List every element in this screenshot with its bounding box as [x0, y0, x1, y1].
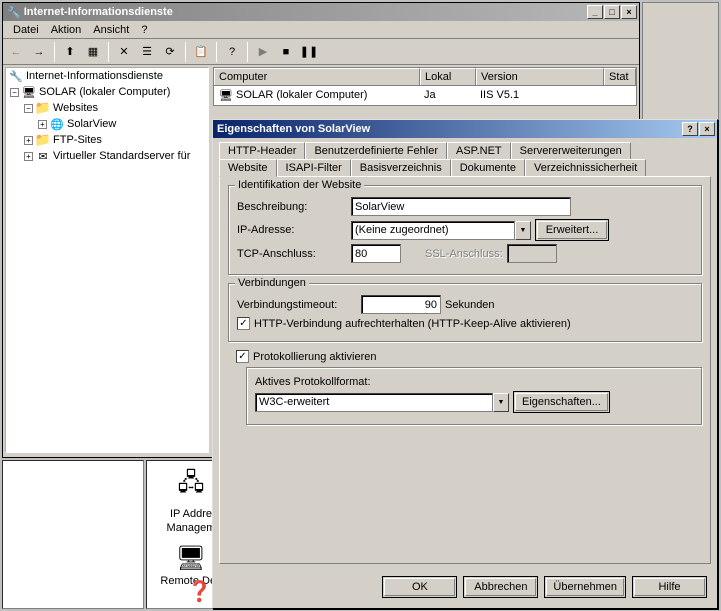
- help-button[interactable]: Hilfe: [632, 576, 707, 598]
- show-button[interactable]: ▦: [82, 41, 104, 63]
- advanced-button[interactable]: Erweitert...: [535, 219, 609, 241]
- minimize-button[interactable]: _: [587, 5, 603, 19]
- close-button[interactable]: ×: [621, 5, 637, 19]
- apply-button[interactable]: Übernehmen: [544, 576, 626, 598]
- up-button[interactable]: ⬆: [59, 41, 81, 63]
- tab-dirsecurity[interactable]: Verzeichnissicherheit: [525, 159, 646, 176]
- delete-button[interactable]: ✕: [113, 41, 135, 63]
- iis-icon: 🔧: [8, 69, 24, 83]
- expand-websites[interactable]: −: [24, 104, 33, 113]
- website-icon: [49, 117, 65, 131]
- log-format-combo-button[interactable]: ▼: [493, 393, 509, 412]
- stop-button[interactable]: ■: [275, 41, 297, 63]
- tab-website[interactable]: Website: [219, 159, 277, 177]
- group-connections: Verbindungen: [235, 277, 309, 289]
- play-button: ▶: [252, 41, 274, 63]
- log-properties-button[interactable]: Eigenschaften...: [513, 391, 610, 413]
- group-identification: Identifikation der Website: [235, 179, 364, 191]
- ip-label: IP-Adresse:: [237, 224, 347, 236]
- log-format-label: Aktives Protokollformat:: [255, 376, 693, 388]
- ok-button[interactable]: OK: [382, 576, 457, 598]
- tab-documents[interactable]: Dokumente: [451, 159, 525, 176]
- ssl-label: SSL-Anschluss:: [425, 248, 503, 260]
- cell-version: IIS V5.1: [476, 86, 604, 104]
- help-button[interactable]: ?: [221, 41, 243, 63]
- back-button: ←: [5, 41, 27, 63]
- tab-http-header[interactable]: HTTP-Header: [219, 142, 305, 159]
- tree-panel[interactable]: 🔧Internet-Informationsdienste −🖥SOLAR (l…: [5, 67, 209, 453]
- mail-icon: ✉: [35, 149, 51, 163]
- menu-aktion[interactable]: Aktion: [45, 22, 88, 38]
- ip-addr-label: IP Addre: [170, 508, 212, 520]
- tab-server-ext[interactable]: Servererweiterungen: [511, 142, 631, 159]
- pause-button[interactable]: ❚❚: [298, 41, 320, 63]
- expand-ftp[interactable]: +: [24, 136, 33, 145]
- properties-button[interactable]: ☰: [136, 41, 158, 63]
- ip-combo[interactable]: [351, 221, 515, 240]
- maximize-button[interactable]: □: [604, 5, 620, 19]
- ip-combo-button[interactable]: ▼: [515, 221, 531, 240]
- keepalive-checkbox[interactable]: ✓: [237, 317, 250, 330]
- tcp-input[interactable]: [351, 244, 401, 263]
- main-window-title: 🔧Internet-Informationsdienste: [5, 6, 587, 19]
- dialog-close-button[interactable]: ×: [699, 122, 715, 136]
- toolbar: ← → ⬆ ▦ ✕ ☰ ⟳ 📋 ? ▶ ■ ❚❚: [3, 39, 639, 65]
- menubar: Datei Aktion Ansicht ?: [3, 21, 639, 39]
- menu-datei[interactable]: Datei: [7, 22, 45, 38]
- tree-root[interactable]: Internet-Informationsdienste: [26, 70, 163, 82]
- dialog-title: Eigenschaften von SolarView: [215, 123, 682, 135]
- keepalive-label: HTTP-Verbindung aufrechterhalten (HTTP-K…: [254, 318, 571, 330]
- network-icon: 🖧: [178, 465, 205, 506]
- expand-smtp[interactable]: +: [24, 152, 33, 161]
- server-icon: 🖥: [21, 85, 37, 99]
- col-stat[interactable]: Stat: [604, 68, 636, 85]
- menu-ansicht[interactable]: Ansicht: [87, 22, 135, 38]
- tab-aspnet[interactable]: ASP.NET: [447, 142, 511, 159]
- col-lokal[interactable]: Lokal: [420, 68, 476, 85]
- tcp-label: TCP-Anschluss:: [237, 248, 347, 260]
- remote-icon: 🖥: [176, 544, 206, 573]
- manage-label: Managem: [167, 522, 216, 534]
- menu-help[interactable]: ?: [135, 22, 153, 38]
- folder-icon: [35, 101, 51, 115]
- ssl-input: [507, 244, 557, 263]
- cell-lokal: Ja: [420, 86, 476, 104]
- logging-checkbox[interactable]: ✓: [236, 350, 249, 363]
- folder-icon: [35, 133, 51, 147]
- cancel-button[interactable]: Abbrechen: [463, 576, 538, 598]
- timeout-input[interactable]: [361, 295, 441, 314]
- logging-label: Protokollierung aktivieren: [253, 351, 377, 363]
- list-body[interactable]: 🖥SOLAR (lokaler Computer) Ja IIS V5.1: [213, 86, 637, 106]
- list-header: Computer Lokal Version Stat: [213, 67, 637, 86]
- tab-custom-errors[interactable]: Benutzerdefinierte Fehler: [305, 142, 447, 159]
- tree-websites[interactable]: Websites: [53, 102, 98, 114]
- description-input[interactable]: [351, 197, 571, 216]
- refresh-button[interactable]: ⟳: [159, 41, 181, 63]
- timeout-label: Verbindungstimeout:: [237, 299, 357, 311]
- question-icon: ❓: [187, 579, 212, 604]
- tab-isapi[interactable]: ISAPI-Filter: [277, 159, 351, 176]
- description-label: Beschreibung:: [237, 201, 347, 213]
- tree-ftp[interactable]: FTP-Sites: [53, 134, 102, 146]
- tab-homedir[interactable]: Basisverzeichnis: [351, 159, 451, 176]
- col-version[interactable]: Version: [476, 68, 604, 85]
- export-button[interactable]: 📋: [190, 41, 212, 63]
- cell-computer: SOLAR (lokaler Computer): [236, 89, 367, 101]
- col-computer[interactable]: Computer: [214, 68, 420, 85]
- log-format-combo[interactable]: [255, 393, 493, 412]
- expand-solarview[interactable]: +: [38, 120, 47, 129]
- list-row[interactable]: 🖥SOLAR (lokaler Computer) Ja IIS V5.1: [214, 86, 636, 104]
- tree-smtp[interactable]: Virtueller Standardserver für: [53, 150, 190, 162]
- forward-button[interactable]: →: [28, 41, 50, 63]
- dialog-help-button[interactable]: ?: [682, 122, 698, 136]
- tree-solarview[interactable]: SolarView: [67, 118, 116, 130]
- timeout-unit: Sekunden: [445, 299, 495, 311]
- tree-server[interactable]: SOLAR (lokaler Computer): [39, 86, 170, 98]
- expand-server[interactable]: −: [10, 88, 19, 97]
- server-icon: 🖥: [218, 88, 234, 102]
